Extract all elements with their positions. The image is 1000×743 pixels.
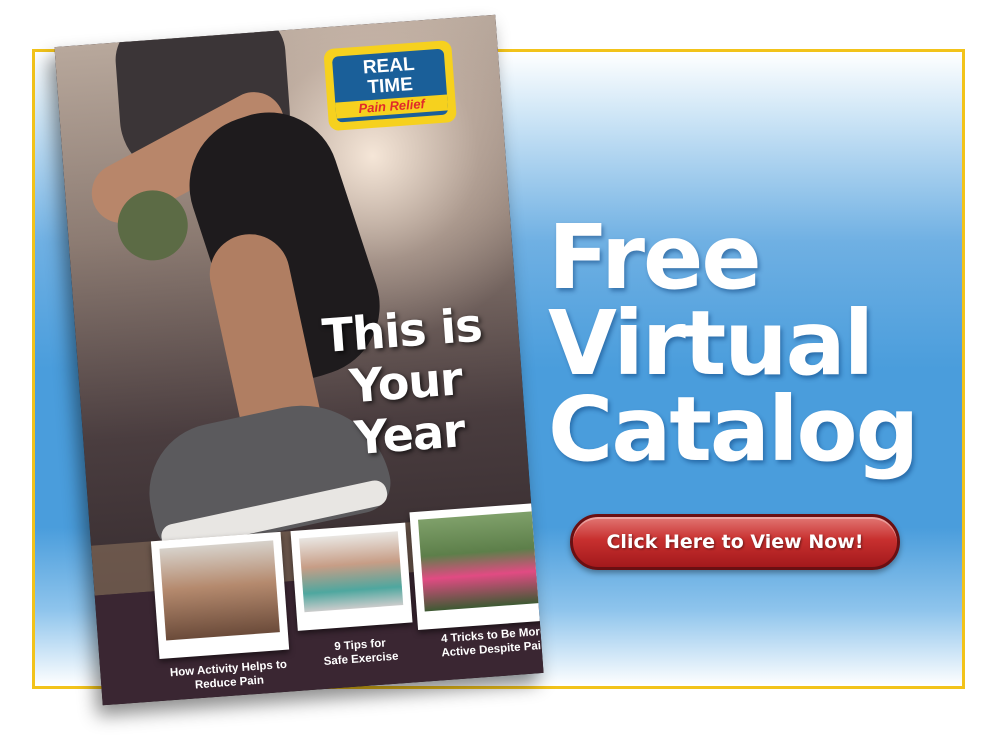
article-photo-2 [290,522,413,631]
article-photo-1 [150,531,290,660]
catalog-cover[interactable]: REAL TIME Pain Relief This is Your Year … [54,14,544,706]
brand-logo: REAL TIME Pain Relief [323,40,457,132]
headline-line2: Virtual [548,291,874,395]
headline: Free Virtual Catalog [548,205,919,481]
view-catalog-button[interactable]: Click Here to View Now! [570,514,900,570]
cover-title: This is Your Year [320,298,490,466]
cover-title-line3: Year [352,403,467,466]
headline-line1: Free [548,205,762,309]
article-photo-3 [409,502,544,631]
headline-line3: Catalog [548,377,919,481]
